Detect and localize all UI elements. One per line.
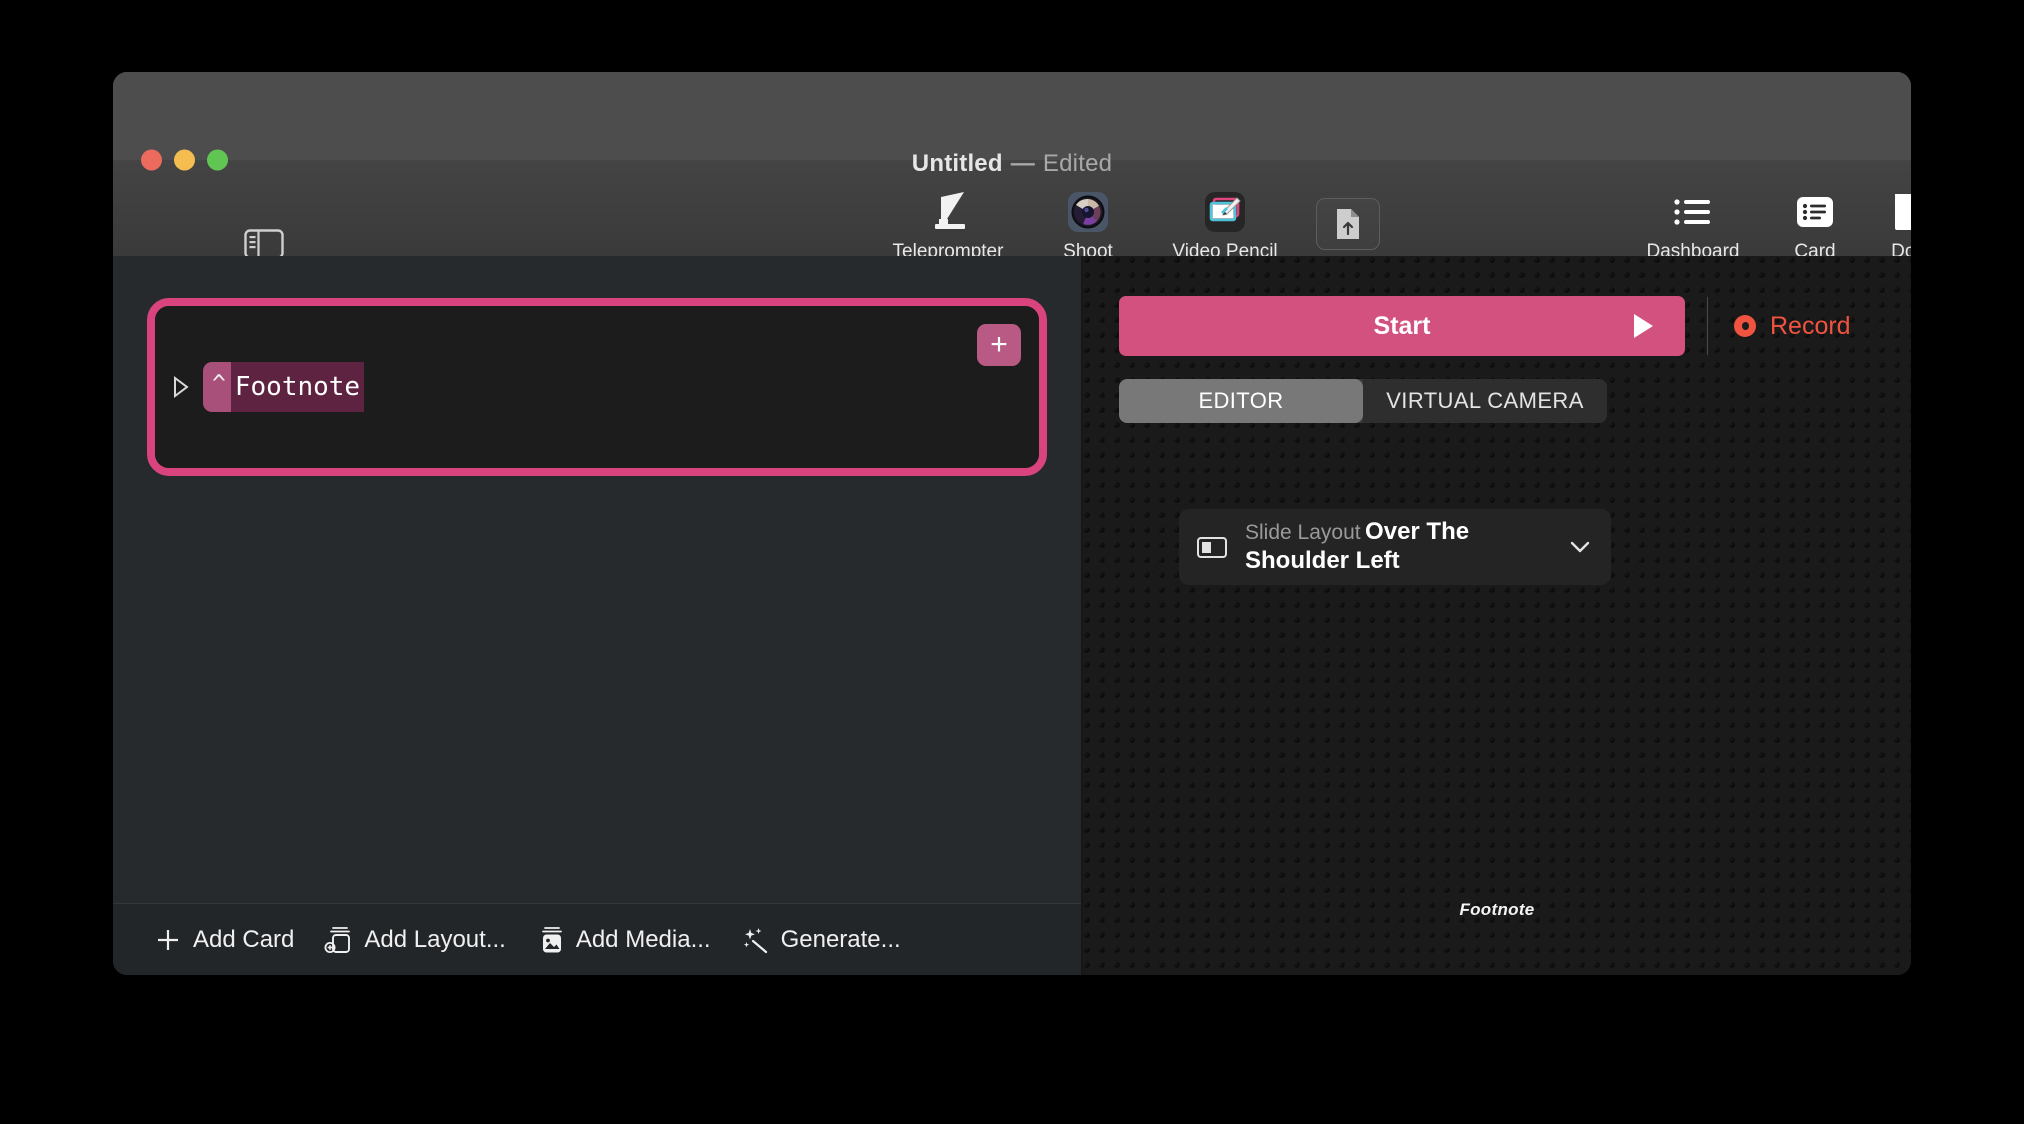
card-list-icon <box>1794 190 1836 234</box>
document-icon <box>1891 190 1911 234</box>
token-label: Footnote <box>230 362 365 412</box>
slide-layout-selector[interactable]: Slide Layout Over The Shoulder Left <box>1179 509 1611 585</box>
chevron-down-icon[interactable] <box>1565 532 1595 562</box>
toolbar: Teleprompter Shoot Video Pencil Dashboar… <box>113 190 1911 262</box>
video-pencil-icon <box>1203 190 1247 234</box>
record-button[interactable]: Record <box>1734 312 1851 341</box>
footnote-token[interactable]: ^ Footnote <box>203 362 365 412</box>
toolbar-item-shoot[interactable]: Shoot <box>1013 190 1163 263</box>
add-layout-button[interactable]: Add Layout... <box>324 925 506 955</box>
sparkle-wand-icon <box>741 925 771 955</box>
controls-separator <box>1707 297 1708 355</box>
add-layout-icon <box>324 925 354 955</box>
document-upload-icon <box>1337 209 1359 239</box>
tab-virtual-camera[interactable]: VIRTUAL CAMERA <box>1363 379 1607 423</box>
playback-controls: Start Record <box>1119 296 1881 356</box>
plus-icon <box>153 925 183 955</box>
page-title: Untitled — Edited <box>113 150 1911 178</box>
preview-footnote-text: Footnote <box>1459 900 1535 919</box>
record-dot-icon <box>1734 315 1756 337</box>
camera-lens-icon <box>1066 190 1110 234</box>
app-window: Untitled — Edited Teleprompter Shoot Vid… <box>113 72 1911 975</box>
bottom-bar-label: Add Media... <box>575 925 711 953</box>
titlebar-background <box>113 72 1911 160</box>
add-media-button[interactable]: Add Media... <box>536 925 711 955</box>
toolbar-item-teleprompter[interactable]: Teleprompter <box>873 190 1023 263</box>
export-button[interactable] <box>1316 198 1380 250</box>
screen: Untitled — Edited Teleprompter Shoot Vid… <box>0 0 2024 1124</box>
disclosure-triangle-icon[interactable] <box>167 374 193 400</box>
play-triangle-icon <box>1634 314 1653 338</box>
generate-button[interactable]: Generate... <box>741 925 901 955</box>
toolbar-item-doc[interactable]: Doc <box>1833 190 1911 263</box>
preview-pane: Start Record EDITOR VIRTUAL CAMERA Slide… <box>1083 256 1911 975</box>
cards-toolbar: Add Card Add Layout... Add Media... Gene… <box>113 903 1081 975</box>
record-label: Record <box>1770 311 1851 340</box>
card-content[interactable]: ^ Footnote + <box>155 306 1039 468</box>
bottom-bar-label: Add Layout... <box>364 925 506 953</box>
toolbar-item-video-pencil[interactable]: Video Pencil <box>1150 190 1300 263</box>
teleprompter-icon <box>925 190 971 234</box>
edited-status: Edited <box>1042 150 1113 177</box>
document-name: Untitled <box>911 150 1003 177</box>
bottom-bar-label: Add Card <box>193 925 295 953</box>
cards-pane: ^ Footnote + Add Card Add Layout... Add … <box>113 256 1081 975</box>
bottom-bar-label: Generate... <box>780 925 901 953</box>
add-media-icon <box>536 925 566 955</box>
title-dash: — <box>1010 150 1035 177</box>
slide-layout-title: Slide Layout <box>1245 521 1361 545</box>
start-button[interactable]: Start <box>1119 296 1685 356</box>
mode-segmented-control[interactable]: EDITOR VIRTUAL CAMERA <box>1119 379 1607 423</box>
tab-editor[interactable]: EDITOR <box>1119 379 1363 423</box>
card-selected[interactable]: ^ Footnote + <box>147 298 1047 476</box>
titlebar: Untitled — Edited Teleprompter Shoot Vid… <box>113 72 1911 262</box>
add-card-button[interactable]: Add Card <box>153 925 294 955</box>
start-label: Start <box>1373 311 1431 340</box>
token-caret: ^ <box>212 370 226 397</box>
list-bullet-icon <box>1671 190 1715 234</box>
add-to-card-button[interactable]: + <box>977 324 1021 366</box>
window-body: ^ Footnote + Add Card Add Layout... Add … <box>113 256 1911 975</box>
slide-layout-icon <box>1195 530 1229 564</box>
slide-layout-text: Slide Layout Over The Shoulder Left <box>1245 518 1565 576</box>
